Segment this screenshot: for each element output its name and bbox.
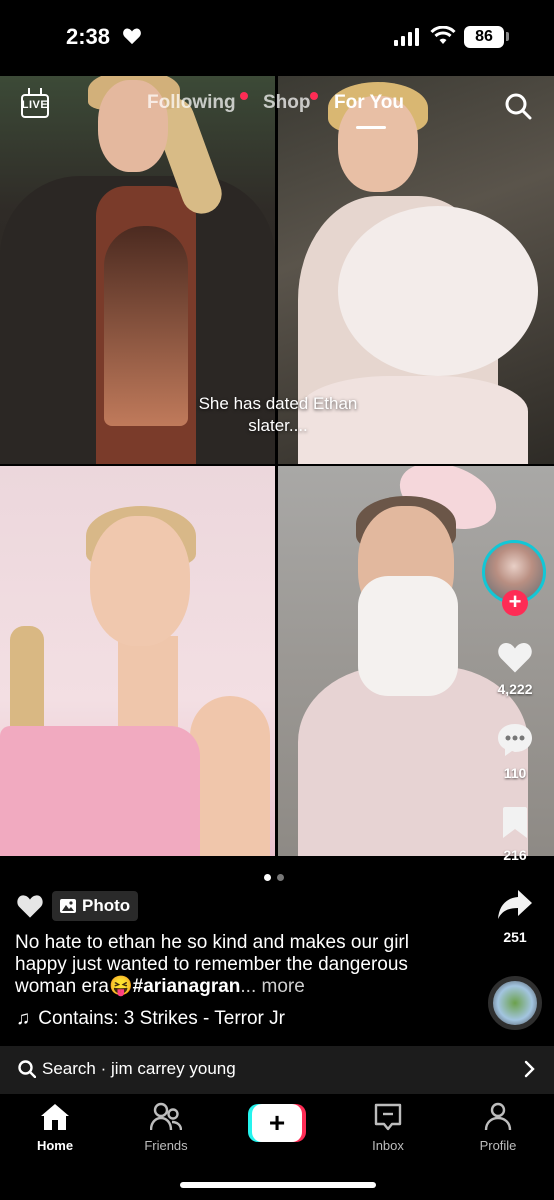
comment-button[interactable]: 110 — [480, 722, 550, 781]
like-button[interactable]: 4,222 — [480, 640, 550, 697]
photo-detail — [118, 636, 178, 736]
nav-home-label: Home — [36, 1138, 74, 1153]
comment-icon — [498, 724, 532, 756]
live-button[interactable]: LIVE — [18, 88, 52, 122]
share-button[interactable]: 251 — [480, 888, 550, 945]
photo-badge-label: Photo — [82, 896, 131, 915]
photo-detail — [338, 206, 538, 376]
tab-shop[interactable]: Shop — [263, 92, 311, 114]
search-suggestion-text: Search · jim carrey young — [42, 1059, 236, 1078]
tab-for-you[interactable]: For You — [334, 92, 404, 114]
nav-friends-label: Friends — [144, 1138, 188, 1153]
share-icon — [498, 890, 532, 919]
hashtag-link[interactable]: #arianagran — [133, 976, 241, 997]
nav-home[interactable]: Home — [15, 1102, 95, 1153]
music-disc[interactable] — [488, 976, 542, 1030]
photo-badge: Photo — [52, 891, 139, 921]
profile-icon — [484, 1102, 512, 1131]
friends-icon — [150, 1102, 182, 1131]
status-time: 2:38 — [66, 24, 111, 49]
status-bar: 2:38 86 — [0, 0, 554, 76]
like-count: 4,222 — [497, 681, 533, 697]
plus-icon: + — [252, 1104, 302, 1142]
nav-friends[interactable]: Friends — [126, 1102, 206, 1153]
inbox-icon — [374, 1103, 402, 1131]
save-count: 216 — [503, 847, 527, 863]
photo-detail — [358, 576, 458, 696]
heart-icon — [123, 28, 141, 45]
photo-pager — [264, 868, 290, 886]
active-tab-indicator — [356, 126, 386, 129]
tab-following[interactable]: Following — [147, 92, 236, 114]
create-button[interactable]: + — [248, 1104, 306, 1142]
comment-count: 110 — [503, 765, 527, 781]
overlay-caption: She has dated Ethan slater.... — [198, 394, 358, 435]
photo-icon — [60, 899, 76, 913]
chevron-right-icon — [524, 1060, 535, 1078]
music-note-icon: ♫ — [16, 1008, 31, 1029]
nav-inbox-label: Inbox — [372, 1138, 404, 1153]
bookmark-icon — [503, 807, 527, 838]
search-suggestion-bar[interactable]: Search · jim carrey young — [0, 1046, 554, 1094]
nav-profile-label: Profile — [479, 1138, 517, 1153]
top-navigation: LIVE Following Shop For You — [0, 84, 554, 130]
photo-detail — [190, 696, 270, 856]
description-emoji: 😝 — [109, 976, 133, 997]
save-button[interactable]: 216 — [480, 806, 550, 863]
photo-tile-3 — [0, 466, 275, 856]
home-icon — [41, 1104, 69, 1130]
battery-cap — [506, 32, 509, 41]
heart-icon[interactable] — [16, 893, 44, 919]
nav-profile[interactable]: Profile — [458, 1102, 538, 1153]
like-heart-icon — [498, 642, 532, 673]
post-photo-collage[interactable] — [0, 76, 554, 856]
follow-button[interactable]: + — [502, 590, 528, 616]
search-icon — [18, 1060, 36, 1078]
nav-inbox[interactable]: Inbox — [348, 1102, 428, 1153]
photo-detail — [0, 726, 200, 856]
post-description[interactable]: No hate to ethan he so kind and makes ou… — [15, 932, 435, 998]
more-link[interactable]: ... more — [240, 976, 304, 997]
signal-icon — [394, 28, 419, 46]
following-notification-dot — [240, 92, 248, 100]
share-count: 251 — [503, 929, 527, 945]
music-title: Contains: 3 Strikes - Terror Jr — [38, 1008, 285, 1029]
battery-indicator: 86 — [464, 26, 504, 48]
shop-notification-dot — [310, 92, 318, 100]
search-icon[interactable] — [504, 92, 532, 120]
wifi-icon — [430, 26, 456, 44]
music-info[interactable]: ♫ Contains: 3 Strikes - Terror Jr — [16, 1008, 285, 1030]
photo-detail — [90, 516, 190, 646]
pager-dot-active — [264, 874, 271, 881]
live-label: LIVE — [21, 99, 49, 111]
home-indicator — [180, 1182, 376, 1188]
pager-dot — [277, 874, 284, 881]
